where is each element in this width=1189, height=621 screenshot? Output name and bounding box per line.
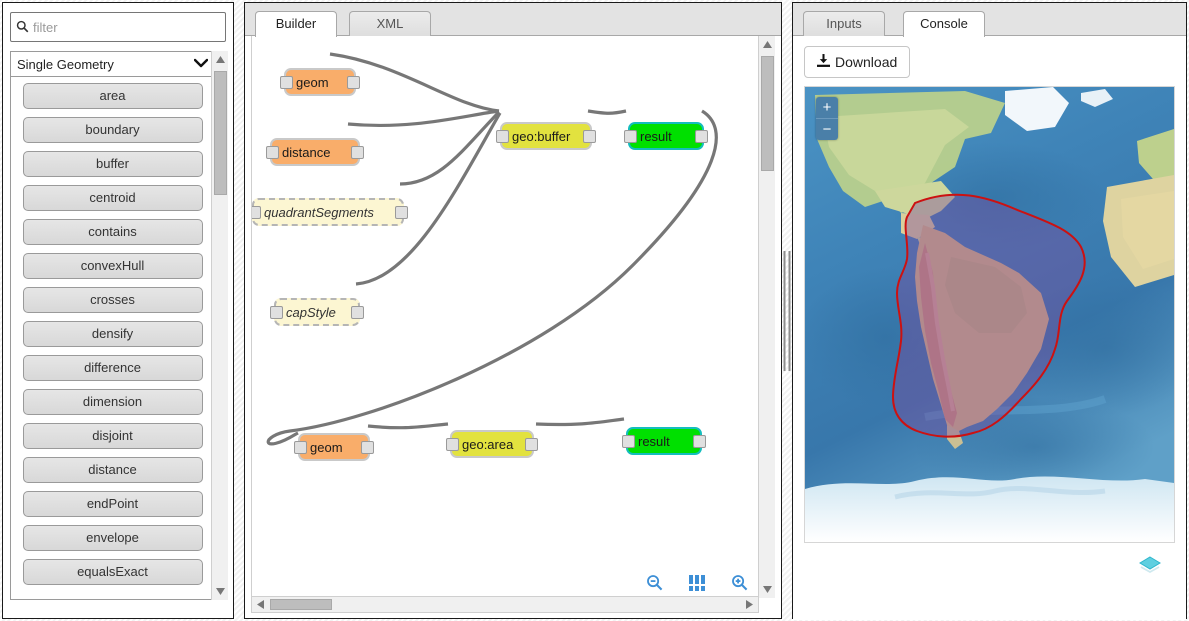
scroll-up-arrow-icon[interactable]	[759, 36, 776, 53]
graph-node-label: geom	[296, 75, 329, 90]
graph-node[interactable]: result	[626, 427, 702, 455]
map-zoom-out-button[interactable]: −	[816, 119, 838, 140]
node-input-port[interactable]	[280, 76, 293, 89]
filter-input[interactable]	[33, 14, 225, 40]
splitter-right[interactable]	[782, 2, 792, 619]
function-button[interactable]: densify	[23, 321, 203, 347]
graph-node[interactable]: distance	[270, 138, 360, 166]
tab-console[interactable]: Console	[903, 11, 985, 37]
graph-node-label: quadrantSegments	[264, 205, 374, 220]
builder-panel: Builder XML geomd	[244, 2, 782, 619]
function-button[interactable]: disjoint	[23, 423, 203, 449]
function-button[interactable]: convexHull	[23, 253, 203, 279]
graph-node-label: result	[638, 434, 670, 449]
function-button[interactable]: centroid	[23, 185, 203, 211]
graph-node[interactable]: capStyle	[274, 298, 360, 326]
graph-node-label: distance	[282, 145, 330, 160]
node-input-port[interactable]	[446, 438, 459, 451]
search-icon	[11, 20, 33, 35]
node-output-port[interactable]	[693, 435, 706, 448]
function-button[interactable]: distance	[23, 457, 203, 483]
tab-xml[interactable]: XML	[349, 11, 431, 36]
node-output-port[interactable]	[583, 130, 596, 143]
sidebar-scroll-thumb[interactable]	[214, 71, 227, 195]
builder-horizontal-scrollbar[interactable]	[251, 596, 759, 613]
function-sidebar-panel: Single Geometry area boundary buffer centro…	[2, 2, 234, 619]
function-button[interactable]: envelope	[23, 525, 203, 551]
node-input-port[interactable]	[251, 206, 261, 219]
tab-builder[interactable]: Builder	[255, 11, 337, 37]
map-zoom-in-button[interactable]: +	[816, 97, 838, 119]
download-button[interactable]: Download	[804, 46, 910, 78]
node-output-port[interactable]	[351, 306, 364, 319]
map-canvas	[805, 87, 1174, 542]
zoom-out-icon[interactable]	[646, 574, 663, 591]
function-button[interactable]: dimension	[23, 389, 203, 415]
scroll-right-arrow-icon[interactable]	[742, 597, 757, 612]
node-input-port[interactable]	[496, 130, 509, 143]
function-button[interactable]: endPoint	[23, 491, 203, 517]
map-zoom-controls: + −	[816, 97, 838, 140]
splitter-left[interactable]	[234, 2, 244, 619]
tab-inputs[interactable]: Inputs	[803, 11, 885, 36]
sidebar-scrollbar[interactable]	[211, 51, 228, 600]
category-select-value: Single Geometry	[17, 57, 194, 72]
scroll-left-arrow-icon[interactable]	[253, 597, 268, 612]
graph-node-label: geo:buffer	[512, 129, 570, 144]
graph-node-label: capStyle	[286, 305, 336, 320]
node-input-port[interactable]	[266, 146, 279, 159]
function-list[interactable]: area boundary buffer centroid contains convex…	[10, 77, 215, 600]
node-output-port[interactable]	[695, 130, 708, 143]
graph-node[interactable]: geo:area	[450, 430, 534, 458]
download-button-label: Download	[835, 54, 897, 70]
graph-canvas[interactable]: geom distance quadrantSegments capStyle geo:…	[251, 36, 759, 598]
builder-vertical-scrollbar[interactable]	[758, 36, 775, 598]
graph-node-label: geom	[310, 440, 343, 455]
graph-node[interactable]: quadrantSegments	[252, 198, 404, 226]
node-input-port[interactable]	[624, 130, 637, 143]
scroll-down-arrow-icon[interactable]	[759, 581, 776, 598]
console-panel: Inputs Console Download	[792, 2, 1187, 619]
layers-icon[interactable]	[1139, 556, 1161, 576]
function-button[interactable]: contains	[23, 219, 203, 245]
app-root: Single Geometry area boundary buffer centro…	[0, 0, 1189, 621]
grid-columns-icon[interactable]	[689, 575, 705, 591]
graph-node[interactable]: result	[628, 122, 704, 150]
function-button[interactable]: boundary	[23, 117, 203, 143]
node-output-port[interactable]	[347, 76, 360, 89]
scroll-down-arrow-icon[interactable]	[212, 583, 229, 600]
builder-tabbar: Builder XML	[245, 3, 781, 36]
node-output-port[interactable]	[395, 206, 408, 219]
graph-node-label: geo:area	[462, 437, 513, 452]
node-output-port[interactable]	[525, 438, 538, 451]
node-input-port[interactable]	[294, 441, 307, 454]
download-icon	[817, 54, 830, 71]
zoom-in-icon[interactable]	[731, 574, 748, 591]
graph-node[interactable]: geo:buffer	[500, 122, 592, 150]
chevron-down-icon	[194, 57, 208, 71]
function-button[interactable]: area	[23, 83, 203, 109]
console-tabbar: Inputs Console	[793, 3, 1186, 36]
node-output-port[interactable]	[351, 146, 364, 159]
function-button[interactable]: equalsExact	[23, 559, 203, 585]
function-button[interactable]: difference	[23, 355, 203, 381]
node-output-port[interactable]	[361, 441, 374, 454]
map-view[interactable]: + −	[804, 86, 1175, 543]
splitter-grip-icon	[784, 251, 791, 371]
scroll-up-arrow-icon[interactable]	[212, 51, 229, 68]
node-input-port[interactable]	[270, 306, 283, 319]
function-button[interactable]: crosses	[23, 287, 203, 313]
graph-node[interactable]: geom	[298, 433, 370, 461]
node-input-port[interactable]	[622, 435, 635, 448]
builder-hscroll-thumb[interactable]	[270, 599, 332, 610]
function-list-inner: area boundary buffer centroid contains convex…	[11, 77, 214, 585]
category-select[interactable]: Single Geometry	[10, 51, 215, 77]
graph-node-label: result	[640, 129, 672, 144]
function-button[interactable]: buffer	[23, 151, 203, 177]
filter-field[interactable]	[10, 12, 226, 42]
builder-scroll-thumb[interactable]	[761, 56, 774, 171]
graph-node[interactable]: geom	[284, 68, 356, 96]
canvas-toolbar	[646, 574, 748, 591]
console-body: Download	[793, 36, 1186, 620]
